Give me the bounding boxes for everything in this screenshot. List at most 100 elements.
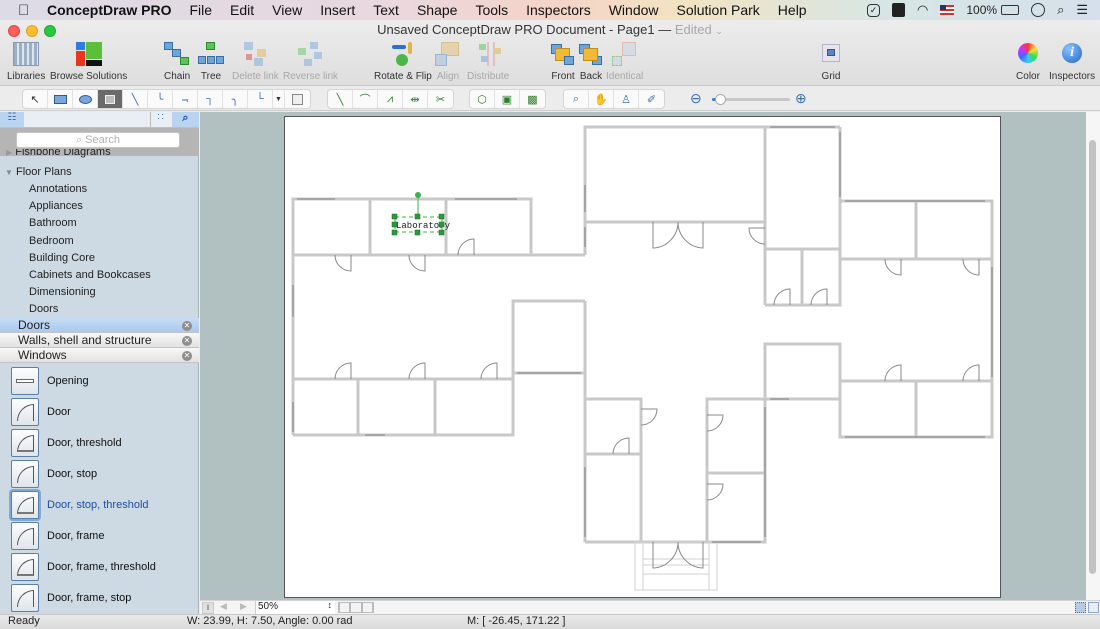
previous-page-icon[interactable]: ◀ [220, 601, 227, 612]
stepper-icon[interactable]: ↕ [328, 600, 333, 610]
rotate-flip-button[interactable]: Rotate & Flip [374, 42, 432, 82]
shape-item-door[interactable]: Door [0, 397, 199, 428]
fit-page-icon[interactable] [1075, 602, 1086, 613]
shape-item-door-stop[interactable]: Door, stop [0, 459, 199, 490]
disclosure-triangle-down-icon[interactable]: ▼ [5, 168, 13, 177]
drawing-page[interactable]: Laboratory [284, 116, 1001, 598]
spotlight-search-icon[interactable]: ⌕ [1057, 2, 1064, 18]
search-tab[interactable]: ⌕ [172, 112, 199, 127]
shape-item-door-frame[interactable]: Door, frame [0, 521, 199, 552]
zoom-slider-knob[interactable] [714, 94, 726, 105]
tree-item-dimensioning[interactable]: Dimensioning [29, 286, 96, 298]
open-library-windows[interactable]: Windows ✕ [0, 348, 199, 363]
zoom-out-icon[interactable]: ⊖ [690, 90, 702, 107]
menu-solution-park[interactable]: Solution Park [677, 2, 760, 18]
dimension-tool-icon[interactable]: ⇹ [403, 90, 428, 108]
page-thumb[interactable] [340, 603, 350, 612]
zoom-tool-icon[interactable]: ⌕ [564, 90, 589, 108]
menu-inspectors[interactable]: Inspectors [526, 2, 591, 18]
shape-item-door-threshold[interactable]: Door, threshold [0, 428, 199, 459]
wifi-icon[interactable]: ◠ [917, 2, 928, 18]
library-search-input[interactable]: ⌕ Search [16, 132, 180, 148]
round-connector-tool-icon[interactable]: ╮ [223, 90, 248, 108]
checklist-status-icon[interactable]: ✓ [867, 3, 881, 17]
close-library-icon[interactable]: ✕ [182, 336, 192, 346]
menu-window[interactable]: Window [609, 2, 659, 18]
shape-item-door-frame-stop[interactable]: Door, frame, stop [0, 583, 199, 614]
chain-button[interactable]: Chain [164, 42, 190, 82]
canvas-area[interactable]: Laboratory [200, 112, 1086, 600]
tree-item-bedroom[interactable]: Bedroom [29, 235, 74, 247]
hand-pan-tool-icon[interactable]: ✋ [589, 90, 614, 108]
insert-object-tool-icon[interactable] [285, 90, 310, 108]
eyedropper-tool-icon[interactable]: ✐ [639, 90, 664, 108]
tree-item-floor-plans[interactable]: ▼ Floor Plans [5, 166, 72, 178]
menu-app-name[interactable]: ConceptDraw PRO [47, 2, 171, 18]
text-box-tool-icon[interactable] [98, 90, 123, 108]
reverse-link-button[interactable]: Reverse link [283, 42, 338, 82]
pointer-tool-icon[interactable]: ↖ [23, 90, 48, 108]
edit-points-tool-icon[interactable]: ⬡ [470, 90, 495, 108]
notification-center-icon[interactable]: ☰ [1076, 2, 1088, 18]
rectangle-tool-icon[interactable] [48, 90, 73, 108]
zoom-slider[interactable] [712, 94, 790, 105]
menu-edit[interactable]: Edit [230, 2, 254, 18]
menu-file[interactable]: File [189, 2, 212, 18]
align-button[interactable]: Align [435, 42, 461, 82]
tree-item-doors[interactable]: Doors [29, 303, 58, 315]
bring-to-front-button[interactable]: Front [550, 42, 576, 82]
menu-shape[interactable]: Shape [417, 2, 457, 18]
tree-item-building-core[interactable]: Building Core [29, 252, 95, 264]
shape-item-door-frame-threshold[interactable]: Door, frame, threshold [0, 552, 199, 583]
scissors-tool-icon[interactable]: ✂ [428, 90, 453, 108]
app-status-icon[interactable] [892, 3, 906, 17]
tree-item-cabinets[interactable]: Cabinets and Bookcases [29, 269, 151, 281]
close-library-icon[interactable]: ✕ [182, 351, 192, 361]
arc-connector-tool-icon[interactable]: ╰ [148, 90, 173, 108]
vertical-scrollbar-thumb[interactable] [1089, 140, 1096, 574]
clock-icon[interactable] [1031, 3, 1046, 17]
identical-button[interactable]: Identical [606, 42, 643, 82]
zoom-level-select[interactable]: 50% ↕ [255, 600, 335, 614]
send-to-back-button[interactable]: Back [578, 42, 604, 82]
tree-item-annotations[interactable]: Annotations [29, 183, 87, 195]
tree-view-tab[interactable]: ☷ [0, 112, 24, 127]
color-button[interactable]: Color [1015, 42, 1041, 82]
distribute-button[interactable]: Distribute [467, 42, 509, 82]
smart-connector-tool-icon[interactable]: ┐ [198, 90, 223, 108]
stamp-tool-icon[interactable]: ♙ [614, 90, 639, 108]
zoom-in-icon[interactable]: ⊕ [795, 90, 807, 107]
menu-text[interactable]: Text [373, 2, 399, 18]
page-thumb[interactable] [351, 603, 361, 612]
apple-menu-icon[interactable]:  [18, 2, 34, 19]
shape-item-opening[interactable]: Opening [0, 366, 199, 397]
open-library-walls[interactable]: Walls, shell and structure ✕ [0, 333, 199, 348]
open-library-doors[interactable]: Doors ✕ [0, 318, 199, 333]
flag-icon[interactable] [940, 5, 955, 15]
edited-indicator[interactable]: Edited [675, 22, 712, 37]
polyline-tool-icon[interactable]: ⩘ [378, 90, 403, 108]
page-thumb[interactable] [362, 603, 372, 612]
grid-button[interactable]: Grid [818, 42, 844, 82]
tree-button[interactable]: Tree [198, 42, 224, 82]
tree-item-fishbone[interactable]: ▶ Fishbone Diagrams [6, 149, 111, 158]
line-tool-icon[interactable]: ╲ [328, 90, 353, 108]
battery-icon[interactable] [1001, 5, 1020, 15]
libraries-button[interactable]: Libraries [7, 42, 45, 82]
group-edit-tool-icon[interactable]: ▣ [495, 90, 520, 108]
delete-link-button[interactable]: Delete link [232, 42, 279, 82]
chevron-down-icon[interactable]: ⌄ [715, 26, 723, 36]
page-thumbnails[interactable] [338, 602, 374, 613]
menu-insert[interactable]: Insert [320, 2, 355, 18]
connector-options-dropdown[interactable]: ▼ [273, 90, 285, 108]
format-painter-tool-icon[interactable]: ▩ [520, 90, 545, 108]
tree-item-appliances[interactable]: Appliances [29, 200, 83, 212]
disclosure-triangle-right-icon[interactable]: ▶ [6, 149, 12, 157]
pause-icon[interactable]: ‖ [202, 602, 214, 614]
bezier-connector-tool-icon[interactable]: ⫬ [173, 90, 198, 108]
next-page-icon[interactable]: ▶ [240, 601, 247, 612]
tree-item-bathroom[interactable]: Bathroom [29, 217, 77, 229]
chain-connector-tool-icon[interactable]: └ [248, 90, 273, 108]
direct-connector-tool-icon[interactable]: ╲ [123, 90, 148, 108]
grid-view-tab[interactable]: ∷ [150, 112, 170, 127]
